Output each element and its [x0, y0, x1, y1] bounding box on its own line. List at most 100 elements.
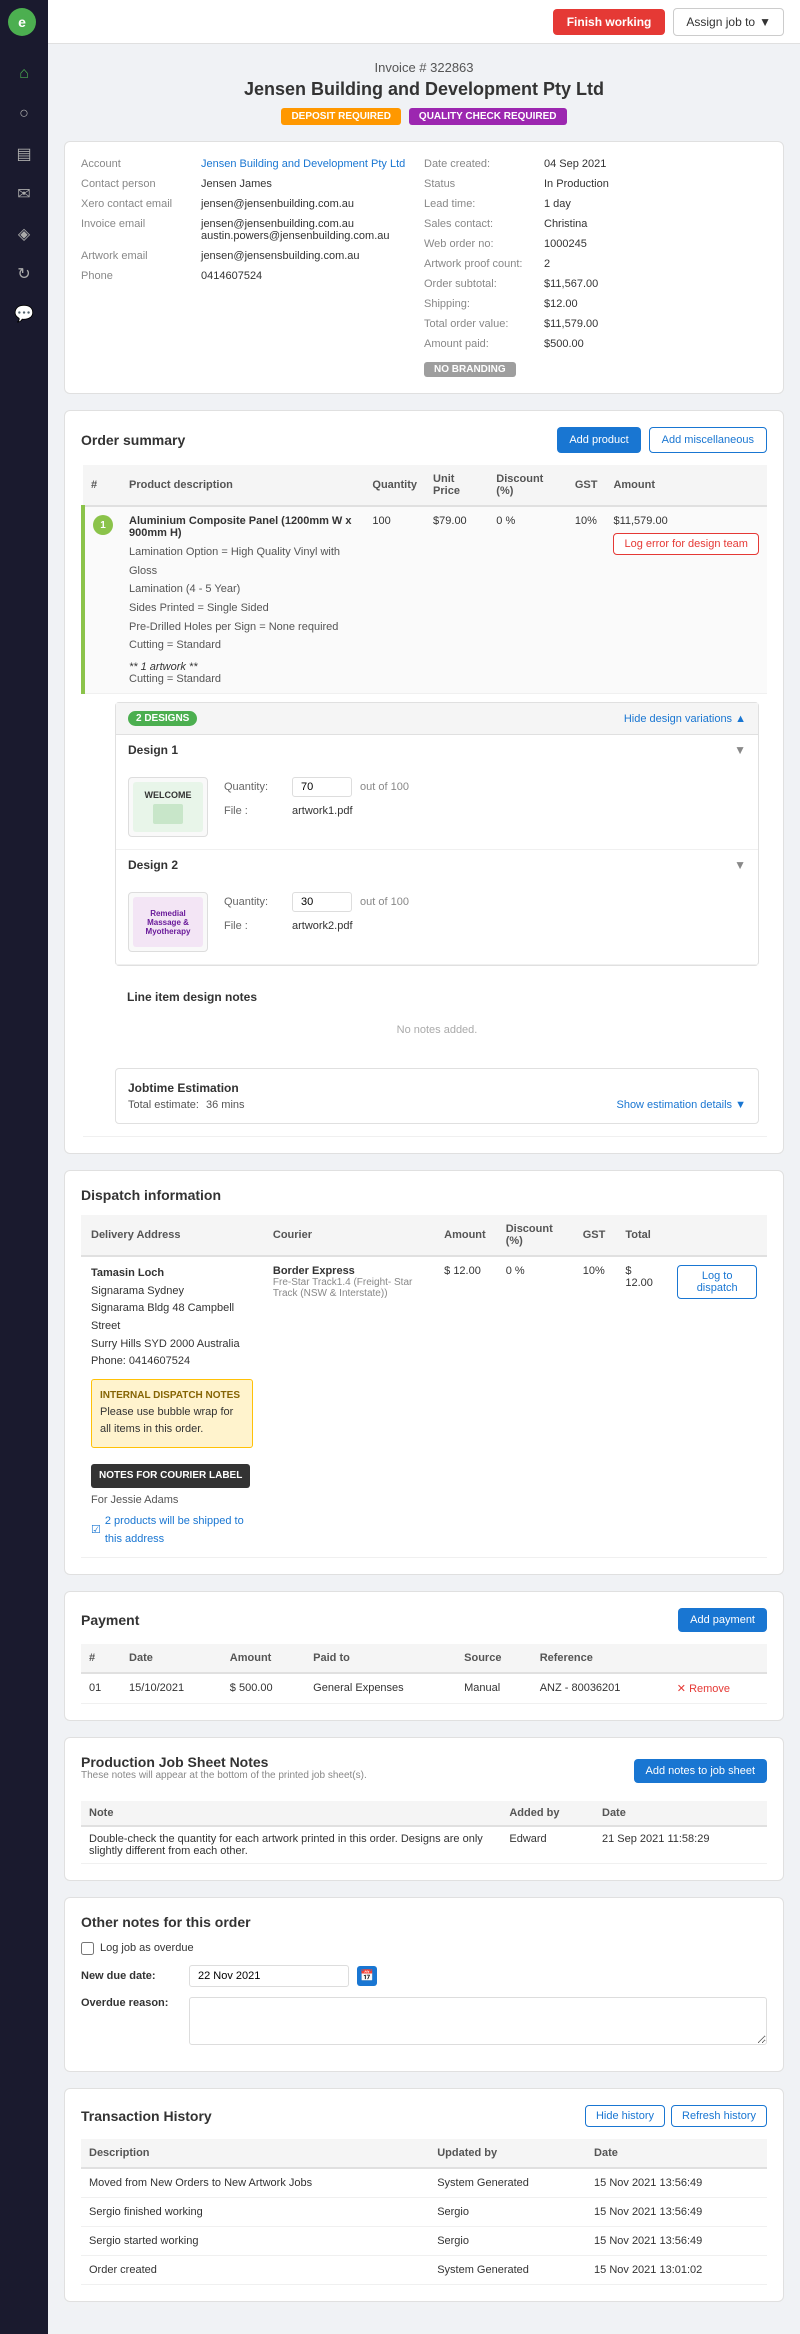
- dispatch-header-row: Delivery Address Courier Amount Discount…: [81, 1215, 767, 1256]
- logo[interactable]: e: [8, 8, 40, 40]
- add-product-button[interactable]: Add product: [557, 427, 640, 453]
- sidebar-icon-chat[interactable]: 💬: [6, 296, 42, 332]
- overdue-label: Log job as overdue: [100, 1942, 194, 1954]
- history-title: Transaction History: [81, 2108, 212, 2124]
- payment-source: Manual: [456, 1673, 532, 1704]
- product-name: Aluminium Composite Panel (1200mm W x 90…: [129, 515, 356, 539]
- log-to-dispatch-button[interactable]: Log to dispatch: [677, 1265, 757, 1299]
- amount-paid-value: $500.00: [544, 338, 584, 350]
- hide-design-variations-link[interactable]: Hide design variations ▲: [624, 713, 746, 725]
- notes-header-row: Note Added by Date: [81, 1801, 767, 1826]
- cutting-note: Cutting = Standard: [129, 673, 356, 685]
- col-product-desc: Product description: [121, 465, 364, 506]
- page-content: Invoice # 322863 Jensen Building and Dev…: [48, 44, 800, 2334]
- dispatch-gst-cell: 10%: [573, 1256, 616, 1557]
- design-2-quantity-input[interactable]: [292, 892, 352, 912]
- overdue-checkbox-row: Log job as overdue: [81, 1942, 767, 1955]
- sidebar-icon-search[interactable]: ○: [6, 96, 42, 132]
- delivery-phone: Phone: 0414607524: [91, 1353, 253, 1371]
- designs-badge[interactable]: 2 DESIGNS: [128, 711, 197, 726]
- payment-number: 01: [81, 1673, 121, 1704]
- sales-contact-label: Sales contact:: [424, 218, 544, 230]
- calendar-icon[interactable]: 📅: [357, 1966, 377, 1986]
- notes-col-added-by: Added by: [501, 1801, 594, 1826]
- info-web-order: Web order no: 1000245: [424, 238, 767, 250]
- delivery-building: Signarama Bldg 48 Campbell Street: [91, 1300, 253, 1335]
- production-notes-title-group: Production Job Sheet Notes These notes w…: [81, 1754, 367, 1789]
- jobtime-total-label: Total estimate:: [128, 1099, 199, 1111]
- line-item-notes: Line item design notes No notes added.: [115, 978, 759, 1060]
- design-2-file-value: artwork2.pdf: [292, 920, 353, 932]
- finish-working-button[interactable]: Finish working: [553, 9, 666, 35]
- payment-header: Payment Add payment: [81, 1608, 767, 1632]
- sales-contact-value: Christina: [544, 218, 587, 230]
- deposit-required-badge: DEPOSIT REQUIRED: [281, 108, 400, 125]
- design-2-out-of: out of 100: [360, 896, 409, 908]
- line-notes-title: Line item design notes: [127, 990, 747, 1004]
- date-created-value: 04 Sep 2021: [544, 158, 606, 170]
- product-description: Aluminium Composite Panel (1200mm W x 90…: [129, 515, 356, 685]
- history-date-3: 15 Nov 2021 13:56:49: [586, 2226, 767, 2255]
- history-row-4: Order created System Generated 15 Nov 20…: [81, 2255, 767, 2284]
- history-updated-by-4: System Generated: [429, 2255, 586, 2284]
- design-2-thumbnail: Remedial Massage & Myotherapy: [128, 892, 208, 952]
- courier-info: Border Express Fre-Star Track1.4 (Freigh…: [273, 1265, 424, 1299]
- sidebar-icon-refresh[interactable]: ↻: [6, 256, 42, 292]
- log-error-button[interactable]: Log error for design team: [613, 533, 759, 555]
- product-row-1: 1 Aluminium Composite Panel (1200mm W x …: [83, 506, 767, 694]
- show-estimation-link[interactable]: Show estimation details ▼: [616, 1099, 746, 1111]
- artwork-proof-label: Artwork proof count:: [424, 258, 544, 270]
- dispatch-amount-cell: $ 12.00: [434, 1256, 496, 1557]
- attr-2: Lamination (4 - 5 Year): [129, 580, 356, 599]
- payment-paid-to: General Expenses: [305, 1673, 456, 1704]
- add-payment-button[interactable]: Add payment: [678, 1608, 767, 1632]
- dispatch-col-gst: GST: [573, 1215, 616, 1256]
- overdue-reason-textarea[interactable]: [189, 1997, 767, 2045]
- note-added-by: Edward: [501, 1826, 594, 1864]
- hide-history-button[interactable]: Hide history: [585, 2105, 665, 2127]
- history-description-2: Sergio finished working: [81, 2197, 429, 2226]
- design-1-out-of: out of 100: [360, 781, 409, 793]
- overdue-reason-label: Overdue reason:: [81, 1997, 181, 2009]
- assign-job-button[interactable]: Assign job to ▼: [673, 8, 784, 36]
- payment-col-date: Date: [121, 1644, 222, 1673]
- attr-3: Sides Printed = Single Sided: [129, 599, 356, 618]
- design-1-quantity-input[interactable]: [292, 777, 352, 797]
- internal-dispatch-note: INTERNAL DISPATCH NOTES Please use bubbl…: [91, 1379, 253, 1448]
- order-table: # Product description Quantity Unit Pric…: [81, 465, 767, 1137]
- design-1-header[interactable]: Design 1 ▼: [116, 735, 758, 765]
- invoice-header: Invoice # 322863 Jensen Building and Dev…: [64, 60, 784, 125]
- sidebar-icon-document[interactable]: ▤: [6, 136, 42, 172]
- col-discount: Discount (%): [488, 465, 567, 506]
- payment-title: Payment: [81, 1612, 139, 1628]
- phone-label: Phone: [81, 270, 201, 282]
- jobtime-total: Total estimate: 36 mins: [128, 1099, 245, 1111]
- dispatch-col-total: Total: [615, 1215, 667, 1256]
- refresh-history-button[interactable]: Refresh history: [671, 2105, 767, 2127]
- jobtime-total-value: 36 mins: [206, 1099, 245, 1111]
- payment-col-source: Source: [456, 1644, 532, 1673]
- design-1-content: WELCOME Quantity:: [116, 765, 758, 849]
- history-date-1: 15 Nov 2021 13:56:49: [586, 2168, 767, 2198]
- sidebar-icon-settings[interactable]: ◈: [6, 216, 42, 252]
- new-due-date-input[interactable]: [189, 1965, 349, 1987]
- sidebar-icon-mail[interactable]: ✉: [6, 176, 42, 212]
- design-1-chevron: ▼: [734, 743, 746, 757]
- product-number-cell: 1: [83, 506, 121, 694]
- add-miscellaneous-button[interactable]: Add miscellaneous: [649, 427, 767, 453]
- history-description-1: Moved from New Orders to New Artwork Job…: [81, 2168, 429, 2198]
- no-branding-badge: NO BRANDING: [424, 362, 516, 377]
- sidebar-icon-home[interactable]: ⌂: [6, 56, 42, 92]
- history-description-3: Sergio started working: [81, 2226, 429, 2255]
- shipped-link[interactable]: ☑ 2 products will be shipped to this add…: [91, 1513, 253, 1548]
- add-notes-button[interactable]: Add notes to job sheet: [634, 1759, 767, 1783]
- design-variations: 2 DESIGNS Hide design variations ▲ Desig…: [115, 702, 759, 966]
- dispatch-col-courier: Courier: [263, 1215, 434, 1256]
- overdue-checkbox[interactable]: [81, 1942, 94, 1955]
- design-1-thumbnail: WELCOME: [128, 777, 208, 837]
- history-row-1: Moved from New Orders to New Artwork Job…: [81, 2168, 767, 2198]
- order-summary-header: Order summary Add product Add miscellane…: [81, 427, 767, 453]
- payment-remove-link[interactable]: ✕ Remove: [677, 1682, 759, 1695]
- design-2-header[interactable]: Design 2 ▼: [116, 850, 758, 880]
- account-link[interactable]: Jensen Building and Development Pty Ltd: [201, 158, 405, 170]
